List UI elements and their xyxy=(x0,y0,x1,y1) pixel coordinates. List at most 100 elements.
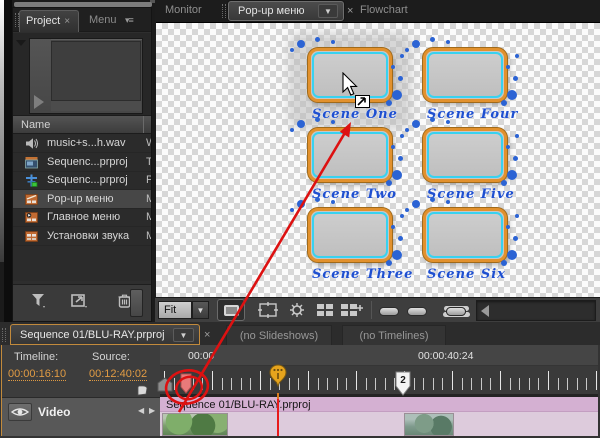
scene-button[interactable]: Scene Six xyxy=(405,197,519,282)
asset-type-clipped: M xyxy=(146,192,151,205)
toolbar-separator xyxy=(371,301,372,319)
cti-playhead-marker[interactable] xyxy=(269,364,287,394)
tab-no-timelines[interactable]: (no Timelines) xyxy=(342,325,446,345)
tab-sequence[interactable]: Sequence 01/BLU-RAY.prproj ▼ xyxy=(10,324,200,345)
asset-row[interactable]: Sequenc...prproj T xyxy=(13,153,151,172)
scrollbar-thumb[interactable] xyxy=(130,289,143,317)
ruler-tick xyxy=(432,378,434,390)
frame-icon xyxy=(224,305,239,316)
clip-thumbnail xyxy=(404,413,454,436)
show-selected-highlight-button[interactable] xyxy=(407,307,427,316)
track-prev-icon[interactable]: ◀ xyxy=(138,406,144,415)
ruler-tick xyxy=(538,378,540,390)
decoration-dot xyxy=(506,225,510,229)
ruler-tick xyxy=(567,378,569,390)
column-header-name[interactable]: Name xyxy=(13,115,151,134)
asset-row[interactable]: Главное меню M xyxy=(13,208,151,227)
ruler-tick xyxy=(452,371,453,390)
scene-button[interactable]: Scene Five xyxy=(405,117,519,202)
preview-footer xyxy=(51,101,141,111)
time-ruler[interactable] xyxy=(160,366,598,394)
ruler-tick xyxy=(586,378,588,390)
chevron-down-icon[interactable]: ▼ xyxy=(318,4,338,18)
panel-grip[interactable] xyxy=(222,4,226,18)
ruler-tick xyxy=(471,378,473,390)
scroll-left-icon[interactable] xyxy=(481,305,489,317)
asset-name: Sequenc...prproj xyxy=(47,174,128,186)
project-panel: Project× Menu ▾≡ Name music+s...h.wav W Se… xyxy=(12,7,152,322)
ruler-tick xyxy=(576,378,578,390)
scene-label: Scene One xyxy=(312,107,398,122)
menu-editor-canvas: Scene One Scene Four Scene Two Scene Five Sc… xyxy=(156,22,600,297)
title-safe-icon[interactable] xyxy=(258,302,278,318)
decoration-dot xyxy=(513,236,518,241)
video-clip[interactable]: Sequence 01/BLU-RAY.prproj xyxy=(160,397,598,436)
ruler-tick xyxy=(519,378,521,390)
asset-row[interactable]: Pop-up меню M xyxy=(13,189,151,209)
source-timecode[interactable]: 00:12:40:02 xyxy=(89,368,148,381)
horizontal-scrollbar[interactable] xyxy=(476,300,596,321)
poster-frame-icon[interactable] xyxy=(156,377,174,393)
chapter-marker-1[interactable] xyxy=(180,373,192,394)
decoration-dot xyxy=(400,134,404,138)
preview-side xyxy=(30,39,51,113)
show-normal-highlight-button[interactable] xyxy=(379,307,399,316)
playhead-line[interactable] xyxy=(277,399,279,436)
filter-icon[interactable] xyxy=(31,293,48,309)
track-visibility-button[interactable] xyxy=(8,403,32,421)
disclosure-triangle-icon[interactable] xyxy=(16,40,26,46)
clip-thumbnail xyxy=(162,413,228,436)
ruler-tick xyxy=(250,378,252,390)
tab-project[interactable]: Project × xyxy=(19,10,79,32)
decoration-dot xyxy=(391,145,395,149)
scene-thumbnail xyxy=(423,128,507,182)
ruler-tick xyxy=(336,378,338,390)
close-icon[interactable]: × xyxy=(204,329,210,341)
tab-menu[interactable]: Menu xyxy=(89,8,117,26)
grid-view-icon[interactable] xyxy=(316,302,334,318)
ruler-tick xyxy=(298,378,300,390)
decoration-dot xyxy=(405,128,409,132)
scene-button[interactable]: Scene Three xyxy=(290,197,412,282)
chapter-marker-2[interactable]: 2 xyxy=(395,371,411,396)
safe-area-toggle-button[interactable] xyxy=(217,299,245,321)
grid-add-icon[interactable] xyxy=(340,302,364,318)
tab-popup-menu[interactable]: Pop-up меню ▼ xyxy=(228,1,344,21)
clip-title-bar: Sequence 01/BLU-RAY.prproj xyxy=(160,397,598,412)
close-icon[interactable]: × xyxy=(64,16,70,27)
timeline-timecode[interactable]: 00:00:16:10 xyxy=(8,368,67,381)
new-item-icon[interactable] xyxy=(71,293,89,309)
close-icon[interactable]: × xyxy=(347,5,353,17)
track-next-icon[interactable]: ▶ xyxy=(149,406,155,415)
scene-button[interactable]: Scene Four xyxy=(405,37,519,122)
tab-flowchart[interactable]: Flowchart xyxy=(360,4,408,16)
guides-icon[interactable] xyxy=(288,302,306,318)
scene-thumbnail xyxy=(423,208,507,262)
ruler-tick xyxy=(288,378,290,390)
decoration-dot xyxy=(290,208,294,212)
decoration-dot xyxy=(398,156,403,161)
scene-label: Scene Six xyxy=(427,267,506,282)
zoom-level-select[interactable]: Fit xyxy=(158,301,192,319)
play-icon[interactable] xyxy=(34,95,44,109)
ruler-tick xyxy=(260,371,261,390)
chevron-down-icon[interactable]: ▼ xyxy=(173,328,194,342)
video-monitor-icon xyxy=(25,156,38,172)
asset-type-clipped: M xyxy=(146,211,151,223)
tab-monitor[interactable]: Monitor xyxy=(165,4,202,16)
column-separator[interactable] xyxy=(143,116,144,133)
scene-label: Scene Five xyxy=(427,187,515,202)
svg-text:2: 2 xyxy=(400,375,406,386)
panel-menu-icon[interactable]: ▾≡ xyxy=(125,15,134,26)
panel-grip[interactable] xyxy=(2,328,6,342)
asset-row[interactable]: music+s...h.wav W xyxy=(13,134,151,153)
ruler-tick xyxy=(240,378,242,390)
asset-row[interactable]: Установки звука M xyxy=(13,227,151,246)
asset-row[interactable]: Sequenc...prproj P xyxy=(13,171,151,190)
tab-no-slideshows[interactable]: (no Slideshows) xyxy=(226,325,332,345)
scene-button[interactable]: Scene Two xyxy=(290,117,404,202)
show-activated-highlight-button[interactable] xyxy=(446,307,466,316)
menu-icon xyxy=(25,230,38,246)
decoration-dot xyxy=(386,100,392,106)
chevron-down-icon[interactable]: ▼ xyxy=(192,301,209,319)
